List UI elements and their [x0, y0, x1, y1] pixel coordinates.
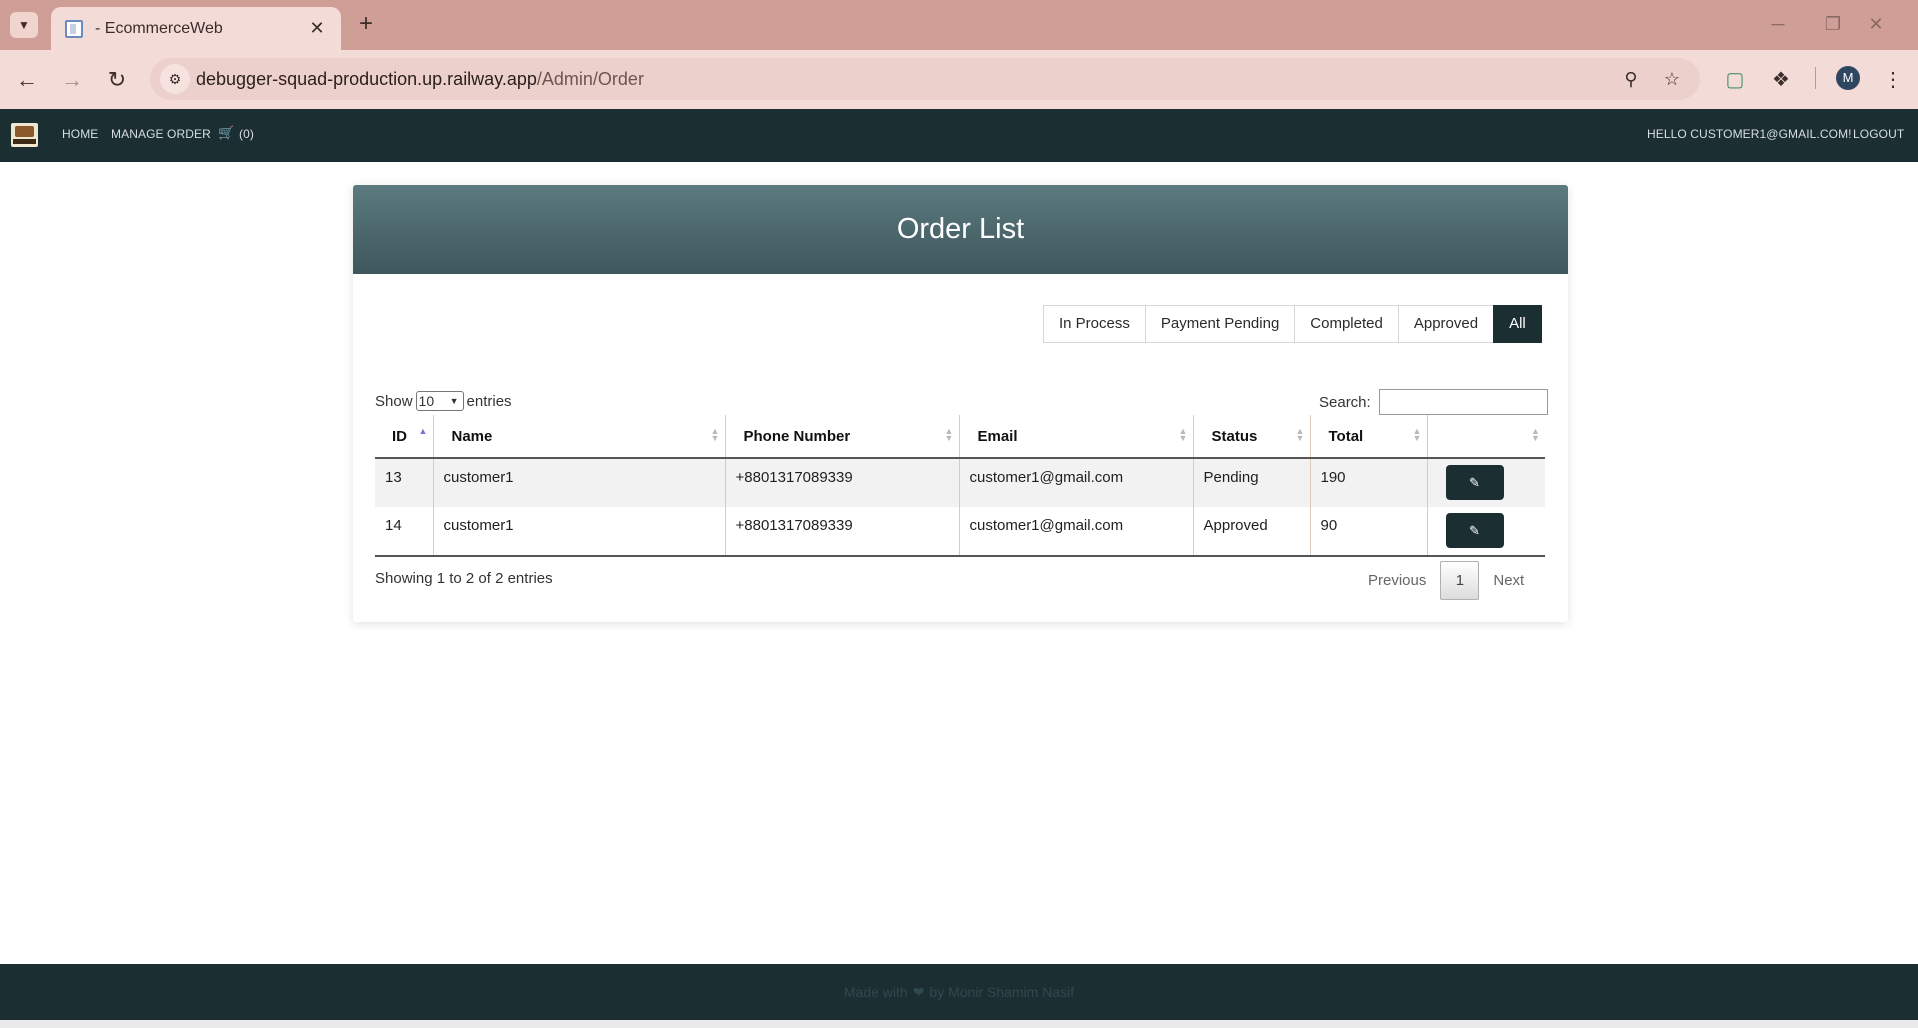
- search-input[interactable]: [1378, 389, 1548, 415]
- cell-name: customer1: [433, 458, 726, 507]
- search-label: Search:: [1319, 393, 1371, 411]
- toolbar-divider: [1815, 67, 1816, 89]
- reload-button[interactable]: ↻: [102, 65, 132, 95]
- status-filter-group: In Process Payment Pending Completed App…: [1043, 305, 1542, 343]
- heart-icon: ❤: [912, 983, 925, 1000]
- site-info-icon[interactable]: ⚙: [160, 64, 190, 94]
- page-length-select[interactable]: 10 ▼: [415, 391, 464, 411]
- page-length-control: Show 10 ▼ entries: [375, 391, 512, 411]
- cell-phone: +8801317089339: [725, 507, 960, 557]
- edit-icon: ✎: [1469, 474, 1480, 490]
- site-navbar: HOME MANAGE ORDER 🛒 (0) HELLO CUSTOMER1@…: [0, 109, 1918, 162]
- sort-icon: ▲ ▼: [944, 426, 954, 443]
- chevron-down-icon: ▼: [449, 396, 459, 406]
- user-greeting: HELLO CUSTOMER1@GMAIL.COM!: [1647, 127, 1852, 141]
- zoom-icon[interactable]: ⚲: [1618, 66, 1644, 92]
- cell-total: 190: [1310, 458, 1428, 507]
- window-restore-button[interactable]: ❐: [1813, 10, 1853, 38]
- edit-order-button[interactable]: ✎: [1445, 465, 1504, 500]
- sort-icon: ▲ ▼: [1531, 426, 1540, 443]
- bookmark-star-icon[interactable]: ☆: [1659, 66, 1685, 92]
- edit-icon: ✎: [1469, 522, 1480, 538]
- column-header-status[interactable]: Status ▲ ▼: [1193, 415, 1311, 459]
- chevron-down-icon: ▼: [18, 18, 30, 32]
- extensions-puzzle-icon[interactable]: ❖: [1766, 65, 1796, 95]
- table-info: Showing 1 to 2 of 2 entries: [375, 570, 553, 587]
- sort-icon: ▲ ▼: [1178, 426, 1188, 443]
- sort-icon: ▲ ▼: [710, 426, 720, 443]
- cell-phone: +8801317089339: [725, 458, 960, 507]
- table-row: 13 customer1 +8801317089339 customer1@gm…: [375, 458, 1545, 507]
- cell-id: 13: [375, 458, 434, 507]
- nav-manage-order-link[interactable]: MANAGE ORDER: [111, 127, 211, 141]
- pagination: Previous 1 Next: [1354, 560, 1538, 600]
- page-favicon-icon: [65, 19, 83, 38]
- cell-id: 14: [375, 507, 434, 557]
- order-list-card: Order List In Process Payment Pending Co…: [353, 185, 1568, 622]
- back-button[interactable]: ←: [12, 65, 42, 95]
- cart-icon[interactable]: 🛒: [218, 125, 234, 141]
- cell-email: customer1@gmail.com: [959, 507, 1194, 557]
- column-header-name[interactable]: Name ▲ ▼: [433, 415, 726, 459]
- cell-name: customer1: [433, 507, 726, 557]
- window-minimize-button[interactable]: ─: [1758, 10, 1798, 38]
- tab-search-button[interactable]: ▼: [10, 12, 38, 38]
- browser-tab-bar: ▼ - EcommerceWeb ✕ + ─ ❐ ✕: [0, 0, 1918, 50]
- cell-actions: ✎: [1427, 458, 1545, 507]
- url-text[interactable]: debugger-squad-production.up.railway.app…: [196, 69, 644, 90]
- orders-table: ID ▲ Name ▲ ▼ Phone Number ▲ ▼ Email ▲ ▼ Status…: [375, 415, 1545, 557]
- footer-text-end: by Monir Shamim Nasif: [929, 984, 1075, 1000]
- card-header: Order List: [353, 185, 1568, 274]
- tab-close-icon[interactable]: ✕: [307, 18, 327, 39]
- table-search: Search:: [1319, 389, 1548, 415]
- edit-order-button[interactable]: ✎: [1445, 513, 1504, 548]
- filter-in-process-button[interactable]: In Process: [1043, 305, 1146, 343]
- cell-total: 90: [1310, 507, 1428, 557]
- browser-tab-active[interactable]: - EcommerceWeb ✕: [51, 7, 341, 50]
- nav-logout-link[interactable]: LOGOUT: [1853, 127, 1904, 141]
- sort-icon: ▲ ▼: [1295, 426, 1305, 443]
- site-footer: Made with ❤ by Monir Shamim Nasif: [0, 964, 1918, 1020]
- sort-asc-icon: ▲: [418, 426, 428, 436]
- cell-status: Approved: [1193, 507, 1311, 557]
- cell-email: customer1@gmail.com: [959, 458, 1194, 507]
- bottom-strip: [0, 1020, 1918, 1028]
- sort-icon: ▲ ▼: [1412, 426, 1422, 443]
- page-title: Order List: [896, 213, 1025, 245]
- browser-menu-icon[interactable]: ⋮: [1878, 65, 1908, 95]
- new-tab-button[interactable]: +: [352, 11, 380, 39]
- column-header-email[interactable]: Email ▲ ▼: [959, 415, 1194, 459]
- entries-label: entries: [466, 392, 512, 410]
- extension-icon[interactable]: ▢: [1720, 65, 1750, 95]
- nav-home-link[interactable]: HOME: [62, 127, 98, 141]
- pagination-previous-button[interactable]: Previous: [1354, 572, 1440, 589]
- browser-toolbar: ← → ↻ ⚙ debugger-squad-production.up.rai…: [0, 50, 1918, 109]
- cell-actions: ✎: [1427, 507, 1545, 557]
- site-logo[interactable]: [11, 123, 38, 147]
- column-header-total[interactable]: Total ▲ ▼: [1310, 415, 1428, 459]
- footer-text-start: Made with: [843, 984, 908, 1000]
- forward-button[interactable]: →: [57, 65, 87, 95]
- table-header-row: ID ▲ Name ▲ ▼ Phone Number ▲ ▼ Email ▲ ▼ Status…: [375, 415, 1545, 459]
- filter-completed-button[interactable]: Completed: [1294, 305, 1399, 343]
- filter-payment-pending-button[interactable]: Payment Pending: [1144, 305, 1296, 343]
- pagination-next-button[interactable]: Next: [1479, 572, 1538, 589]
- show-label: Show: [375, 392, 413, 410]
- filter-all-button[interactable]: All: [1493, 305, 1542, 343]
- cart-count[interactable]: (0): [239, 127, 254, 141]
- tab-title: - EcommerceWeb: [95, 19, 223, 37]
- address-bar[interactable]: ⚙ debugger-squad-production.up.railway.a…: [150, 58, 1700, 100]
- table-row: 14 customer1 +8801317089339 customer1@gm…: [375, 507, 1545, 557]
- column-header-phone[interactable]: Phone Number ▲ ▼: [725, 415, 960, 459]
- column-header-actions[interactable]: ▲ ▼: [1427, 415, 1545, 459]
- filter-approved-button[interactable]: Approved: [1397, 305, 1495, 343]
- pagination-page-1[interactable]: 1: [1440, 560, 1480, 600]
- column-header-id[interactable]: ID ▲: [375, 415, 434, 459]
- profile-avatar[interactable]: M: [1836, 66, 1860, 90]
- cell-status: Pending: [1193, 458, 1311, 507]
- window-close-button[interactable]: ✕: [1856, 10, 1896, 38]
